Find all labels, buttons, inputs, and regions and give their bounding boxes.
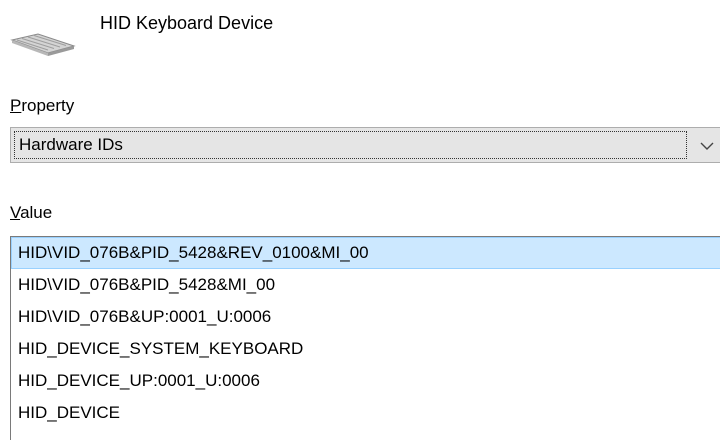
chevron-down-icon[interactable] xyxy=(697,136,717,156)
value-label-mnemonic: V xyxy=(10,203,21,222)
keyboard-icon xyxy=(10,33,76,56)
value-list-item[interactable]: HID\VID_076B&PID_5428&REV_0100&MI_00 xyxy=(11,237,720,269)
value-listbox[interactable]: HID\VID_076B&PID_5428&REV_0100&MI_00 HID… xyxy=(10,236,720,440)
property-dropdown[interactable]: Hardware IDs xyxy=(10,127,720,163)
device-properties-details: HID Keyboard Device Property Hardware ID… xyxy=(0,0,720,440)
property-selected-value[interactable]: Hardware IDs xyxy=(14,131,687,159)
property-label: Property xyxy=(10,96,74,116)
value-list-item[interactable]: HID\VID_076B&UP:0001_U:0006 xyxy=(11,301,720,333)
device-name: HID Keyboard Device xyxy=(100,13,274,33)
property-label-mnemonic: P xyxy=(10,96,22,115)
property-label-rest: roperty xyxy=(21,96,75,115)
value-label-rest: alue xyxy=(20,203,53,222)
value-list-item[interactable]: HID\VID_076B&PID_5428&MI_00 xyxy=(11,269,720,301)
value-list-item[interactable]: HID_DEVICE_SYSTEM_KEYBOARD xyxy=(11,333,720,365)
value-label: Value xyxy=(10,203,52,223)
value-list-item[interactable]: HID_DEVICE xyxy=(11,397,720,429)
value-list-item[interactable]: HID_DEVICE_UP:0001_U:0006 xyxy=(11,365,720,397)
